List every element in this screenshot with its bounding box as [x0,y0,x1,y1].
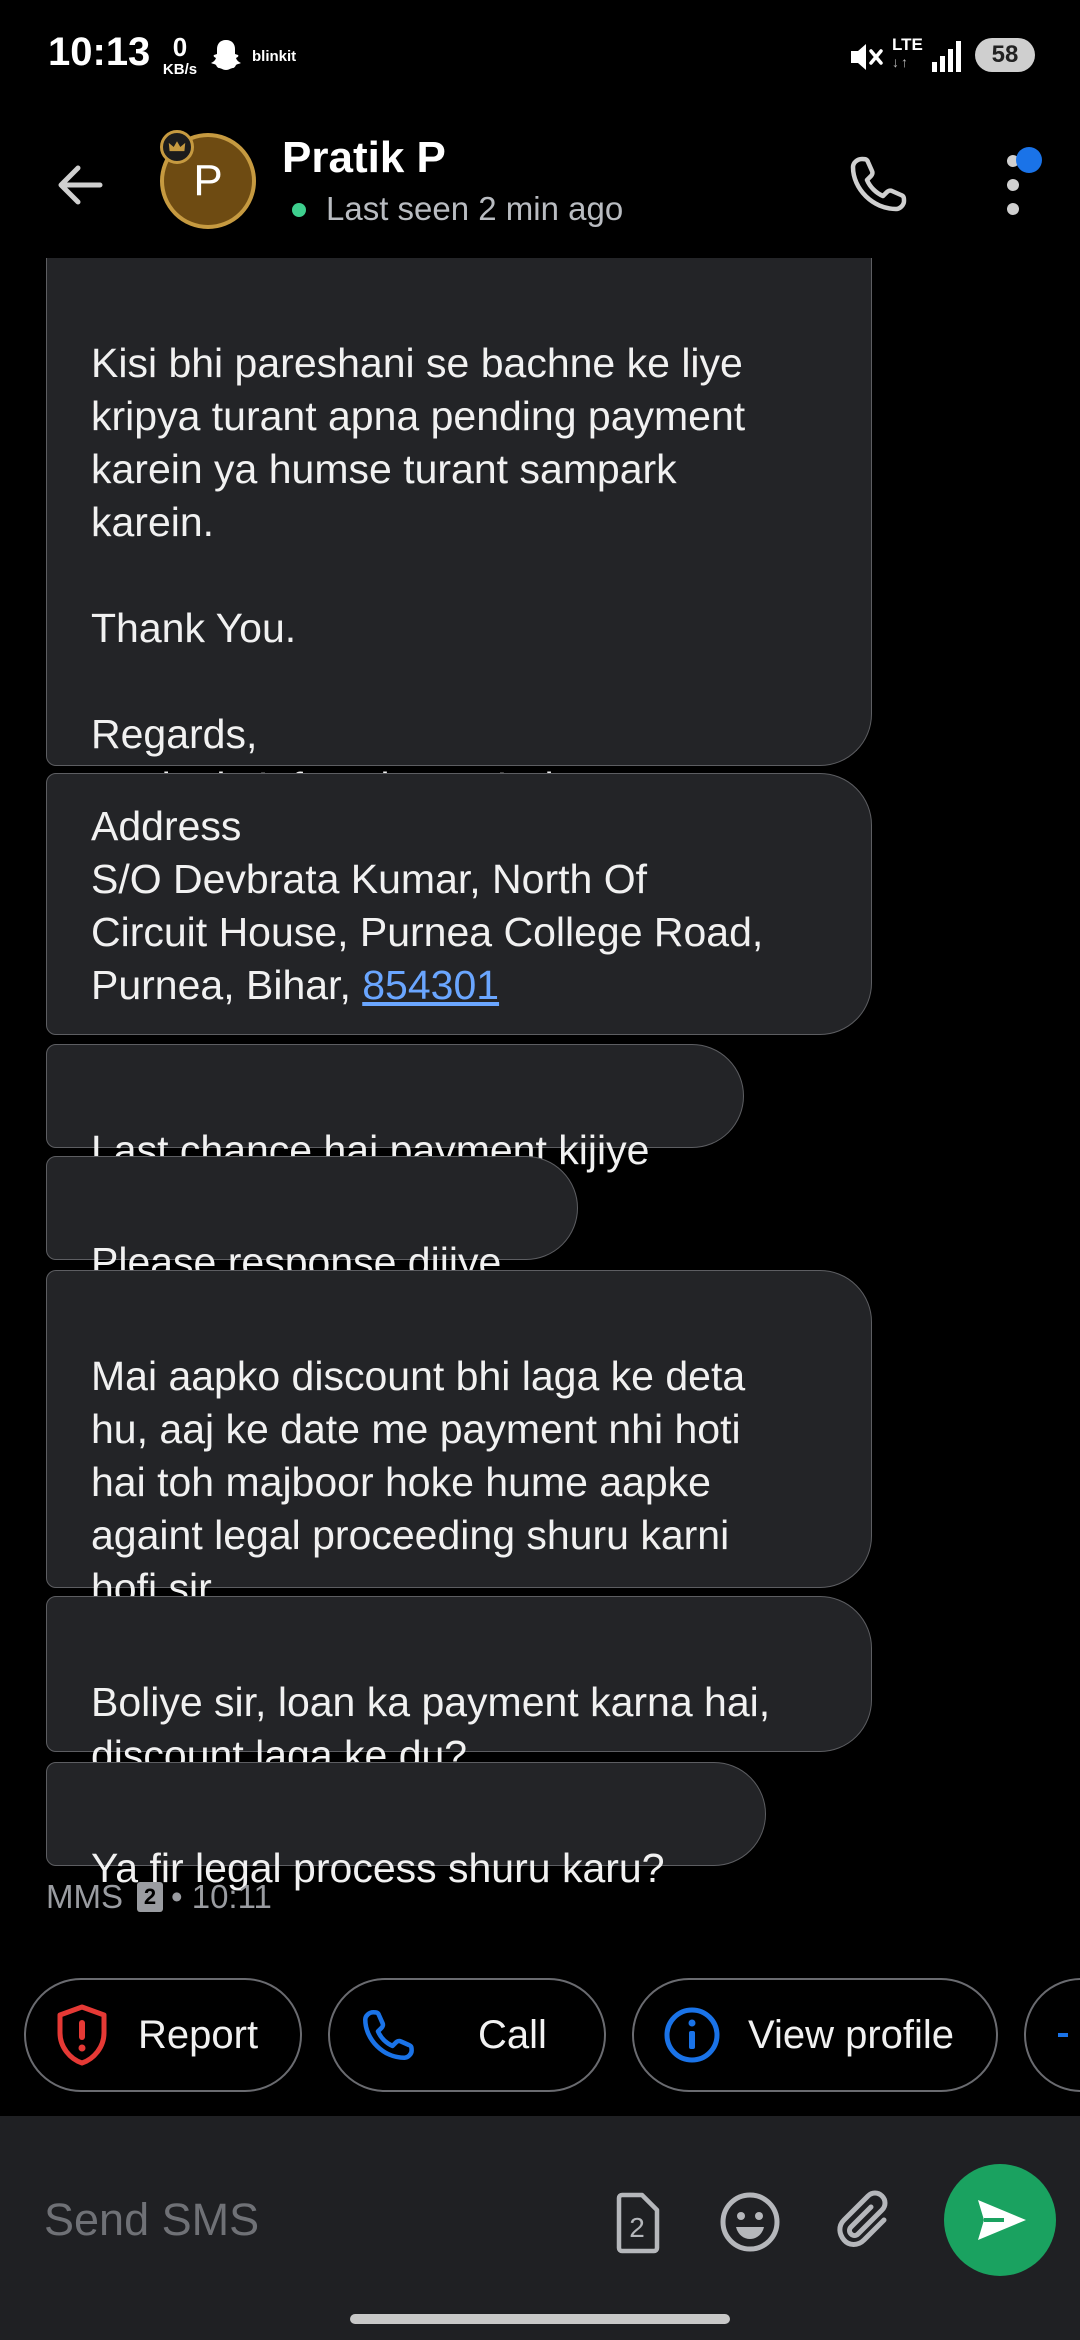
back-arrow-icon[interactable] [50,155,110,215]
message-bubble[interactable]: Ya fir legal process shuru karu? [46,1762,766,1891]
phone-icon[interactable] [845,151,911,217]
status-bar: 10:13 0 KB/s blinkit LTE ↓↑ 58 [0,0,1080,115]
sim-badge: 2 [137,1882,163,1912]
home-indicator[interactable] [350,2314,730,2324]
more-chip-button[interactable] [1024,1978,1080,2092]
report-label: Report [138,2012,259,2057]
network-speed: 0 KB/s [157,34,203,77]
attachment-icon[interactable] [834,2190,898,2254]
message-bubble[interactable]: Kisi bhi pareshani se bachne ke liye kri… [46,258,872,810]
data-arrows-icon: ↓↑ [892,54,910,70]
emoji-icon[interactable] [718,2190,782,2254]
compose-sim-number: 2 [629,2212,645,2243]
message-list[interactable]: Kisi bhi pareshani se bachne ke liye kri… [0,258,1080,1958]
last-seen-status: Last seen 2 min ago [326,190,624,227]
network-type-label: LTE [892,35,923,54]
view-profile-button[interactable]: View profile [632,1978,998,2092]
message-bubble[interactable]: Mai aapko discount bhi laga ke deta hu, … [46,1270,872,1611]
message-bubble[interactable]: Please response dijiye [46,1156,578,1285]
message-text: Mai aapko discount bhi laga ke deta hu, … [91,1353,746,1611]
crown-icon [160,130,194,164]
online-status-dot [292,203,306,217]
message-meta: MMS 2 • 10:11 [46,1878,272,1916]
blinkit-notification-label: blinkit [252,48,297,65]
mute-icon [851,44,883,70]
contact-name[interactable]: Pratik P [282,133,446,183]
status-time: 10:13 [48,30,151,74]
suggestion-chips: Report Call View profile [0,1978,1080,2094]
network-speed-value: 0 [172,32,188,62]
info-icon [664,2007,720,2063]
phone-icon [363,2010,414,2060]
more-chip-icon [1058,2033,1068,2037]
postal-code-link[interactable]: 854301 [362,962,499,1008]
conversation-header: P Pratik P Last seen 2 min ago [0,115,1080,260]
screen: 10:13 0 KB/s blinkit LTE ↓↑ 58 P Pratik … [0,0,1080,2340]
message-time: • 10:11 [171,1878,272,1915]
call-button[interactable]: Call [328,1978,606,2092]
network-type: LTE ↓↑ [892,36,923,69]
signal-icon [932,41,961,72]
battery-indicator: 58 [975,38,1035,72]
view-profile-label: View profile [748,2012,955,2057]
network-speed-unit: KB/s [162,61,198,78]
send-sms-input[interactable]: Send SMS [44,2194,259,2246]
compose-bar: Send SMS 2 [0,2116,1080,2340]
send-icon [978,2200,1026,2240]
message-bubble[interactable]: Boliye sir, loan ka payment karna hai, d… [46,1596,872,1778]
shield-alert-icon [57,2004,107,2066]
message-bubble[interactable]: Last chance hai payment kijiye [46,1044,744,1173]
snapchat-icon [211,40,241,70]
send-button[interactable] [944,2164,1056,2276]
message-bubble[interactable]: Address S/O Devbrata Kumar, North Of Cir… [46,773,872,1035]
sim-select-icon[interactable]: 2 [612,2192,660,2254]
message-type: MMS [46,1878,123,1915]
call-label: Call [478,2012,547,2057]
more-options-icon[interactable] [995,145,1045,225]
report-button[interactable]: Report [24,1978,302,2092]
message-text: Kisi bhi pareshani se bachne ke liye kri… [91,340,746,810]
